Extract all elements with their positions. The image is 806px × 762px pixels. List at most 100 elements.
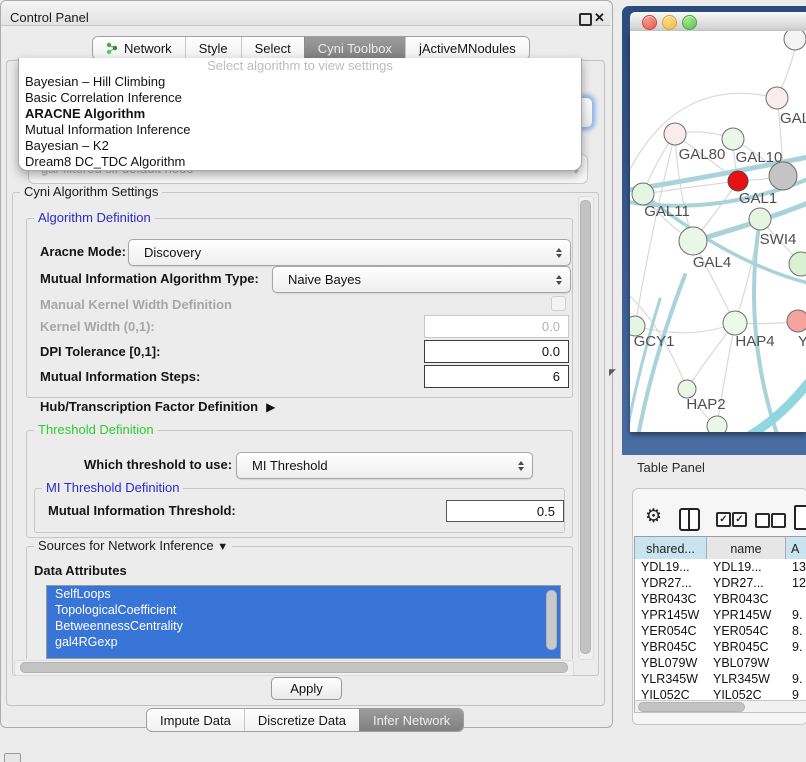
column-header-partial[interactable]: A — [786, 537, 806, 560]
table-row[interactable]: YPR145WYPR145W9. — [635, 607, 806, 623]
document-icon[interactable] — [794, 505, 806, 530]
docked-panel-icon[interactable] — [4, 753, 21, 762]
aracne-mode-value: Discovery — [129, 245, 201, 260]
algorithm-dropdown-list: Select algorithm to view settings Bayesi… — [18, 58, 582, 171]
spinner-icon — [556, 248, 562, 258]
network-node-selected[interactable] — [728, 171, 748, 191]
table-row[interactable]: YBL079WYBL079W — [635, 655, 806, 671]
tab-infer-network[interactable]: Infer Network — [359, 709, 463, 731]
unchecked-checkbox-icon[interactable] — [771, 513, 786, 528]
mi-steps-field[interactable]: 6 — [424, 365, 569, 388]
settings-vscrollbar[interactable] — [578, 196, 594, 660]
minimize-traffic-light[interactable] — [662, 15, 677, 30]
close-icon[interactable]: ✕ — [594, 10, 605, 26]
algorithm-option[interactable]: Bayesian – K2 — [19, 138, 581, 154]
attribute-item[interactable]: TopologicalCoefficient — [47, 602, 560, 618]
table-body: YDL19...YDL19...13 YDR27...YDR27...12 YB… — [634, 559, 806, 700]
network-node[interactable] — [769, 162, 797, 190]
collapse-arrow-icon[interactable]: ▼ — [217, 541, 228, 553]
hub-definition-label: Hub/Transcription Factor Definition — [40, 399, 258, 414]
network-graph: GAL80 GAL10 GAL1 GAL11 SWI4 GAL4 GCY1 HA… — [630, 31, 806, 432]
attribute-item[interactable]: BetweennessCentrality — [47, 618, 560, 634]
kernel-width-field[interactable]: 0.0 — [424, 315, 569, 338]
column-header-name[interactable]: name — [707, 537, 786, 560]
cell — [786, 591, 806, 607]
network-node[interactable] — [749, 208, 771, 230]
attribute-item[interactable]: gal4RGexp — [47, 634, 560, 650]
algorithm-option-selected[interactable]: ARACNE Algorithm — [19, 106, 581, 122]
close-traffic-light[interactable] — [642, 15, 657, 30]
algorithm-option[interactable]: Bayesian – Hill Climbing — [19, 74, 581, 90]
table-row[interactable]: YBR045CYBR045C9. — [635, 639, 806, 655]
tab-label: Network — [124, 41, 172, 56]
tab-network[interactable]: Network — [93, 37, 185, 59]
node-label: GAL11 — [644, 203, 690, 220]
checked-checkbox-icon[interactable]: ✓ — [716, 512, 731, 527]
node-label-group: GAL80 GAL10 GAL1 GAL11 SWI4 GAL4 GCY1 HA… — [634, 110, 806, 413]
table-row[interactable]: YIL052CYIL052C9 — [635, 687, 806, 700]
settings-hscrollbar[interactable] — [14, 660, 574, 676]
mi-threshold-field[interactable]: 0.5 — [446, 500, 564, 522]
tab-select[interactable]: Select — [241, 37, 304, 59]
table-row[interactable]: YER054CYER054C8. — [635, 623, 806, 639]
spinner-icon — [518, 461, 524, 471]
which-threshold-combo[interactable]: MI Threshold — [236, 452, 533, 479]
network-node[interactable] — [707, 416, 727, 432]
table-row[interactable]: YDL19...YDL19...13 — [635, 559, 806, 575]
node-label: HAP4 — [735, 333, 774, 350]
table-row[interactable]: YDR27...YDR27...12 — [635, 575, 806, 591]
network-node[interactable] — [789, 252, 806, 276]
cell: YDR27... — [707, 575, 786, 591]
algorithm-option[interactable]: Basic Correlation Inference — [19, 90, 581, 106]
dpi-tolerance-field[interactable]: 0.0 — [424, 340, 569, 363]
aracne-mode-combo[interactable]: Discovery — [128, 239, 571, 266]
algorithm-option[interactable]: Mutual Information Inference — [19, 122, 581, 138]
network-node[interactable] — [766, 87, 788, 109]
network-node[interactable] — [632, 183, 654, 205]
manual-kernel-checkbox[interactable] — [551, 296, 566, 311]
edge-thick-teal — [740, 383, 806, 432]
algorithm-definition-title: Algorithm Definition — [34, 211, 155, 225]
apply-button[interactable]: Apply — [271, 677, 342, 700]
attribute-item[interactable]: SelfLoops — [47, 586, 560, 602]
tab-discretize-data[interactable]: Discretize Data — [244, 709, 359, 731]
zoom-traffic-light[interactable] — [682, 15, 697, 30]
checked-checkbox-icon[interactable]: ✓ — [732, 512, 747, 527]
data-attributes-label: Data Attributes — [34, 563, 127, 578]
settings-hscrollbar-thumb[interactable] — [20, 662, 568, 673]
cell: YDL19... — [707, 559, 786, 575]
tab-jactivemnodules[interactable]: jActiveMNodules — [405, 37, 529, 59]
network-node[interactable] — [664, 123, 686, 145]
network-node[interactable] — [784, 31, 806, 50]
table-hscrollbar[interactable] — [634, 700, 806, 713]
settings-vscrollbar-thumb[interactable] — [580, 200, 591, 654]
hub-definition-row[interactable]: Hub/Transcription Factor Definition ▶ — [40, 399, 275, 414]
table-row[interactable]: YLR345WYLR345W9. — [635, 671, 806, 687]
tab-impute-data[interactable]: Impute Data — [147, 709, 244, 731]
network-node[interactable] — [723, 311, 747, 335]
unchecked-checkbox-icon[interactable] — [755, 513, 770, 528]
table-row[interactable]: YBR043CYBR043C — [635, 591, 806, 607]
manual-kernel-label: Manual Kernel Width Definition — [40, 297, 232, 312]
network-node[interactable] — [787, 310, 806, 332]
network-canvas[interactable]: GAL80 GAL10 GAL1 GAL11 SWI4 GAL4 GCY1 HA… — [630, 31, 806, 432]
cell: YIL052C — [707, 687, 786, 700]
tab-label: Impute Data — [160, 713, 231, 728]
gear-icon[interactable]: ⚙ — [645, 505, 662, 528]
cell: YBL079W — [635, 655, 707, 671]
cell: 9. — [786, 607, 806, 623]
float-window-icon[interactable] — [579, 13, 592, 26]
node-label: Y — [798, 333, 806, 350]
expand-arrow-icon[interactable]: ▶ — [266, 400, 275, 414]
table-hscrollbar-thumb[interactable] — [638, 702, 745, 712]
cell: 8. — [786, 623, 806, 639]
column-header-shared[interactable]: shared... — [635, 537, 707, 560]
mi-type-combo[interactable]: Naive Bayes — [272, 266, 571, 293]
list-vscrollbar-thumb[interactable] — [546, 590, 557, 650]
split-columns-icon[interactable] — [679, 508, 700, 531]
tab-cyni-toolbox[interactable]: Cyni Toolbox — [304, 37, 405, 59]
algorithm-option[interactable]: Dream8 DC_TDC Algorithm — [19, 154, 581, 170]
cyni-settings-group-title: Cyni Algorithm Settings — [20, 185, 162, 199]
network-node[interactable] — [679, 227, 707, 255]
tab-style[interactable]: Style — [185, 37, 241, 59]
